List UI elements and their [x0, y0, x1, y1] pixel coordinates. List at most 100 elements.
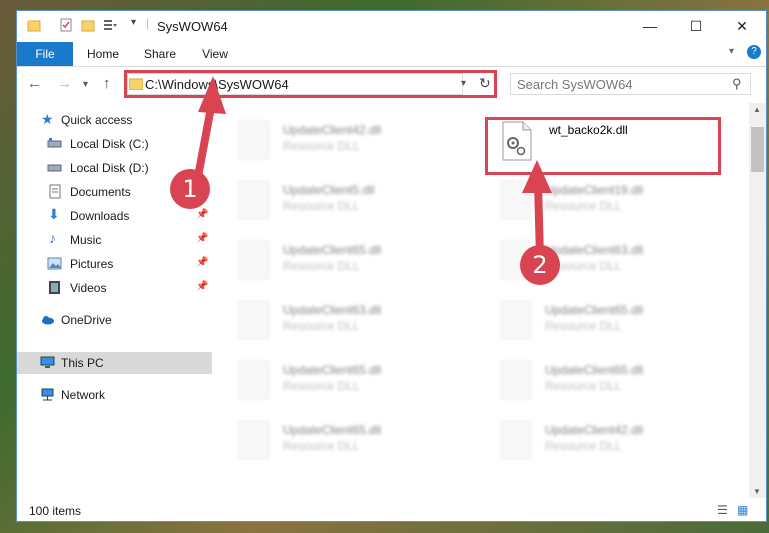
up-arrow-icon[interactable]: ↑ [103, 75, 111, 92]
network-icon [41, 388, 54, 401]
pc-icon [40, 356, 55, 368]
sidebar-item-music[interactable]: ♪ Music 📌 [17, 229, 212, 251]
file-name: UpdateClient19.dll [545, 183, 644, 197]
file-item[interactable]: UpdateClient42.dll Resource DLL [489, 417, 719, 465]
title-bar: ▾ | SysWOW64 — ☐ ✕ [17, 11, 766, 42]
file-type: Resource DLL [545, 199, 622, 213]
expand-ribbon-icon[interactable]: ▾ [729, 46, 734, 57]
pin-icon[interactable]: 📌 [196, 233, 208, 244]
file-item[interactable]: UpdateClient65.dll Resource DLL [227, 237, 457, 285]
sidebar-item-quick-access[interactable]: ★ Quick access [17, 109, 212, 131]
folder-icon [27, 20, 41, 32]
pin-icon[interactable]: 📌 [196, 209, 208, 220]
file-type: Resource DLL [283, 139, 360, 153]
sidebar-item-label: Downloads [70, 209, 130, 223]
close-button[interactable]: ✕ [719, 11, 765, 42]
customize-toolbar-icon[interactable] [103, 18, 117, 32]
back-arrow-icon[interactable]: ← [27, 75, 42, 92]
quick-access-dropdown-icon[interactable]: ▾ [131, 17, 136, 28]
sidebar-item-label: OneDrive [61, 313, 112, 327]
scroll-up-icon[interactable]: ▲ [753, 105, 761, 114]
sidebar-item-label: Pictures [70, 257, 114, 271]
ribbon-tabs: File Home Share View ▾ ? [17, 42, 766, 67]
music-icon: ♪ [49, 230, 56, 246]
file-name: UpdateClient42.dll [283, 123, 382, 137]
sidebar-item-label: Quick access [61, 113, 133, 127]
sidebar-item-label: Music [70, 233, 102, 247]
address-row: ← → ▾ ↑ C:\Windows\SysWOW64 ▾ ↻ Search S… [17, 67, 766, 101]
forward-arrow-icon[interactable]: → [57, 75, 72, 92]
file-name: UpdateClient5.dll [283, 183, 375, 197]
sidebar-item-downloads[interactable]: ⬇ Downloads 📌 [17, 205, 212, 227]
videos-icon [49, 281, 60, 294]
file-item[interactable]: UpdateClient63.dll Resource DLL [227, 297, 457, 345]
sidebar-item-label: This PC [61, 356, 104, 370]
tab-share[interactable]: Share [135, 42, 185, 66]
properties-icon[interactable] [59, 18, 73, 32]
scrollbar-thumb[interactable] [751, 127, 764, 172]
search-placeholder[interactable]: Search SysWOW64 [517, 77, 633, 92]
file-type: Resource DLL [283, 319, 360, 333]
file-name: UpdateClient63.dll [283, 303, 382, 317]
sidebar-item-pictures[interactable]: Pictures 📌 [17, 253, 212, 275]
dll-file-icon [501, 421, 531, 459]
vertical-scrollbar[interactable]: ▲ ▼ [749, 103, 766, 498]
sidebar-item-label: Local Disk (C:) [70, 137, 149, 151]
pin-icon[interactable]: 📌 [196, 281, 208, 292]
status-bar: 100 items ☰ ▦ [17, 499, 766, 522]
tab-view[interactable]: View [193, 42, 237, 66]
minimize-button[interactable]: — [627, 11, 673, 42]
file-item[interactable]: UpdateClient65.dll Resource DLL [489, 297, 719, 345]
address-highlight-box [124, 70, 497, 98]
drive-icon [47, 164, 62, 172]
dll-file-icon [239, 181, 269, 219]
scroll-down-icon[interactable]: ▼ [753, 487, 761, 496]
navigation-pane: ★ Quick access Local Disk (C:) Local Dis… [17, 103, 212, 498]
file-item[interactable]: UpdateClient65.dll Resource DLL [489, 357, 719, 405]
star-icon: ★ [41, 111, 54, 127]
file-item[interactable]: UpdateClient42.dll Resource DLL [227, 117, 457, 165]
explorer-window: ▾ | SysWOW64 — ☐ ✕ File Home Share View … [16, 10, 767, 522]
file-type: Resource DLL [283, 199, 360, 213]
file-item[interactable]: UpdateClient19.dll Resource DLL [489, 177, 719, 225]
file-name: UpdateClient65.dll [283, 243, 382, 257]
sidebar-item-network[interactable]: Network [17, 384, 212, 406]
file-name: UpdateClient63.dll [545, 243, 644, 257]
file-name: UpdateClient65.dll [545, 303, 644, 317]
large-icons-view-icon[interactable]: ▦ [737, 503, 748, 517]
file-item[interactable]: UpdateClient65.dll Resource DLL [227, 417, 457, 465]
file-item[interactable]: UpdateClient65.dll Resource DLL [227, 357, 457, 405]
download-icon: ⬇ [48, 206, 60, 222]
recent-locations-icon[interactable]: ▾ [83, 79, 88, 90]
file-type: Resource DLL [545, 379, 622, 393]
file-type: Resource DLL [545, 319, 622, 333]
file-name: UpdateClient42.dll [545, 423, 644, 437]
annotation-step-2: 2 [520, 245, 560, 285]
sidebar-item-local-disk-c[interactable]: Local Disk (C:) [17, 133, 212, 155]
dll-file-icon [239, 361, 269, 399]
help-icon[interactable]: ? [747, 45, 761, 59]
new-folder-icon[interactable] [81, 18, 95, 32]
search-icon[interactable]: ⚲ [732, 76, 742, 92]
details-view-icon[interactable]: ☰ [717, 503, 728, 517]
sidebar-item-videos[interactable]: Videos 📌 [17, 277, 212, 299]
drive-icon [47, 138, 62, 148]
annotation-step-1: 1 [170, 169, 210, 209]
window-title: SysWOW64 [157, 19, 228, 34]
pictures-icon [47, 257, 62, 270]
sidebar-item-this-pc[interactable]: This PC [17, 352, 212, 374]
maximize-button[interactable]: ☐ [673, 11, 719, 42]
tab-file[interactable]: File [17, 42, 73, 66]
file-name: UpdateClient65.dll [283, 363, 382, 377]
sidebar-item-onedrive[interactable]: OneDrive [17, 309, 212, 331]
pin-icon[interactable]: 📌 [196, 257, 208, 268]
file-item[interactable]: UpdateClient5.dll Resource DLL [227, 177, 457, 225]
dll-file-icon [501, 301, 531, 339]
file-type: Resource DLL [545, 439, 622, 453]
dll-file-icon [501, 181, 531, 219]
file-name: UpdateClient65.dll [283, 423, 382, 437]
file-type: Resource DLL [283, 379, 360, 393]
sidebar-item-label: Videos [70, 281, 107, 295]
tab-home[interactable]: Home [79, 42, 127, 66]
cloud-icon [42, 316, 54, 325]
